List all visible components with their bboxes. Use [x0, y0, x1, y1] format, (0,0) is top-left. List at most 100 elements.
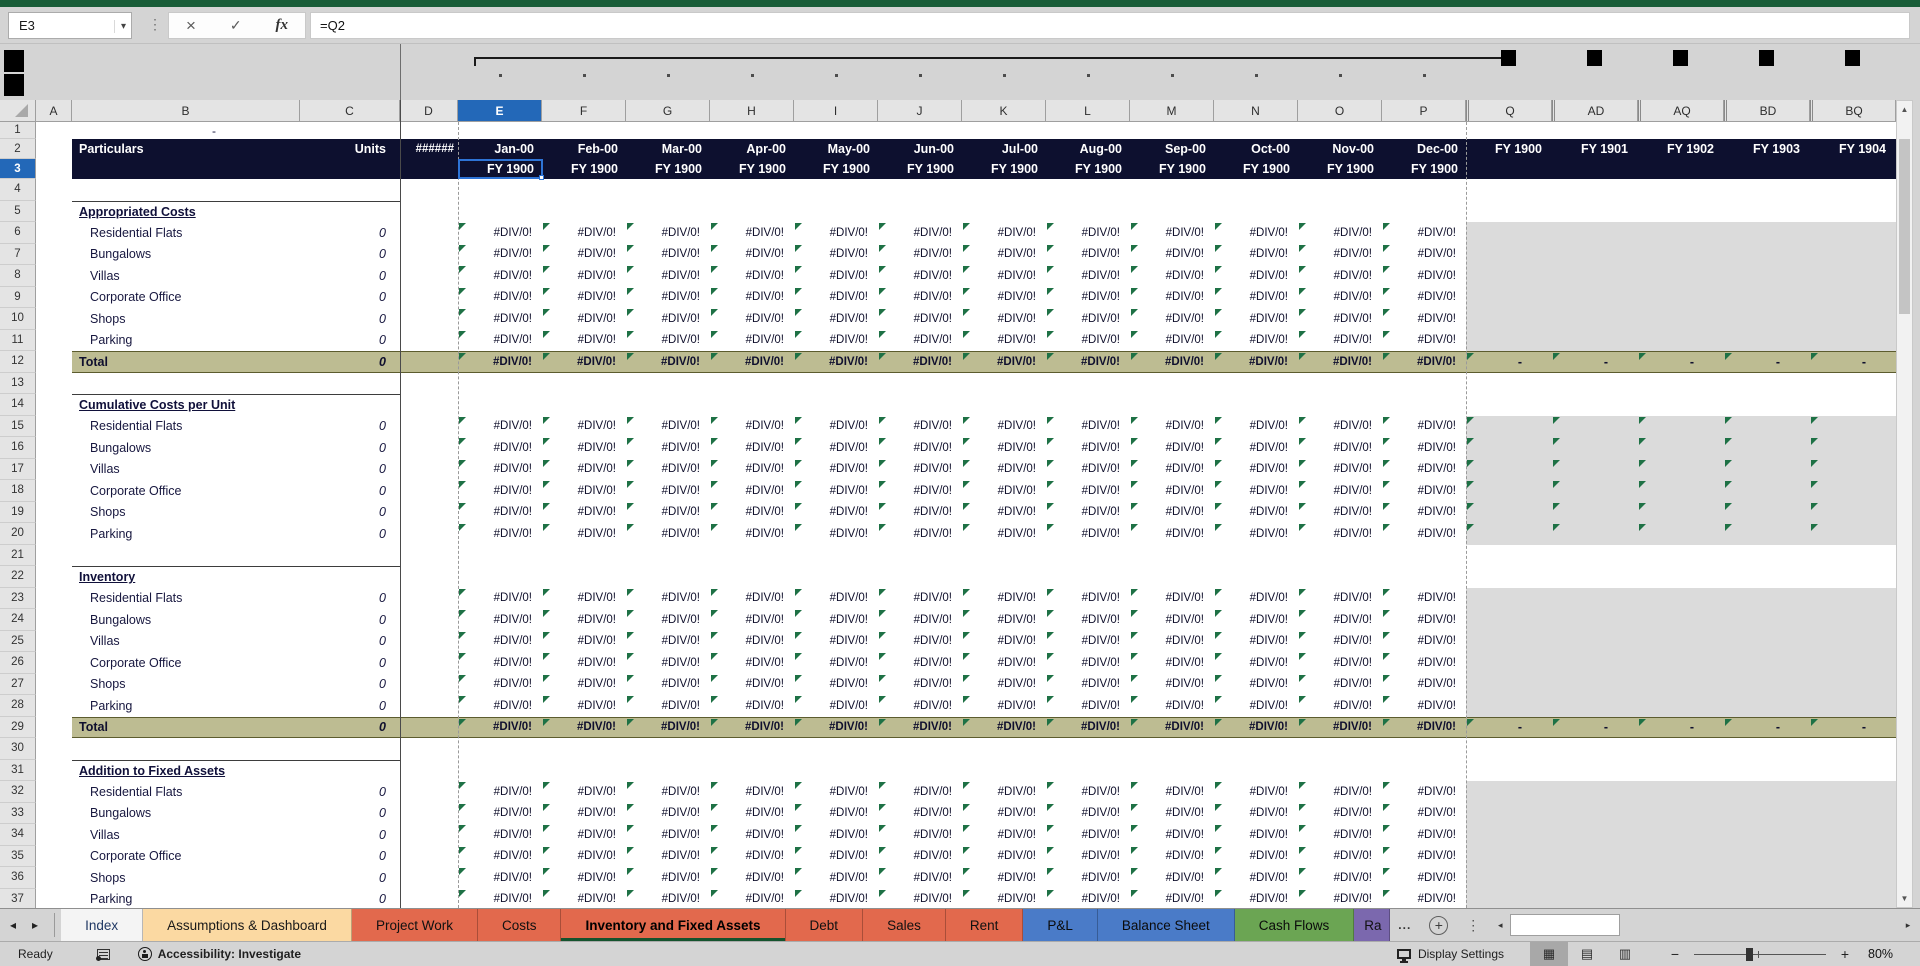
cell[interactable] [300, 545, 400, 567]
error-cell[interactable]: #DIV/0! [1298, 308, 1382, 330]
total-error-cell[interactable]: #DIV/0! [878, 351, 962, 373]
error-cell[interactable]: #DIV/0! [1130, 803, 1214, 825]
cell[interactable] [458, 201, 542, 223]
error-cell[interactable]: #DIV/0! [1298, 652, 1382, 674]
error-cell[interactable]: #DIV/0! [1130, 523, 1214, 545]
column-header-H[interactable]: H [710, 100, 794, 121]
shaded-cell[interactable] [1638, 802, 1724, 824]
cell[interactable] [300, 122, 400, 139]
error-cell[interactable]: #DIV/0! [458, 244, 542, 266]
cell[interactable] [400, 201, 458, 223]
item-units[interactable]: 0 [300, 652, 400, 674]
column-header-D[interactable]: D [400, 100, 458, 121]
error-cell[interactable]: #DIV/0! [1298, 674, 1382, 696]
error-cell[interactable]: #DIV/0! [1214, 652, 1298, 674]
outline-level-1-button[interactable] [4, 50, 24, 72]
row-header-27[interactable]: 27 [0, 673, 36, 695]
cell[interactable] [710, 566, 794, 588]
column-header-I[interactable]: I [794, 100, 878, 121]
cell[interactable] [1130, 394, 1214, 416]
total-dash-cell[interactable]: - [1638, 716, 1724, 738]
error-cell[interactable]: #DIV/0! [1130, 222, 1214, 244]
error-cell[interactable]: #DIV/0! [458, 523, 542, 545]
error-cell[interactable]: #DIV/0! [1214, 631, 1298, 653]
error-cell[interactable]: #DIV/0! [542, 330, 626, 352]
error-cell[interactable]: #DIV/0! [542, 502, 626, 524]
cell-A12[interactable] [36, 351, 72, 373]
cell[interactable] [1382, 566, 1466, 588]
item-units[interactable]: 0 [300, 308, 400, 330]
shaded-cell[interactable] [1638, 781, 1724, 803]
shaded-cell[interactable] [1552, 501, 1638, 523]
error-cell[interactable]: #DIV/0! [1130, 265, 1214, 287]
error-cell[interactable]: #DIV/0! [1046, 652, 1130, 674]
cell-A33[interactable] [36, 803, 72, 825]
error-cell[interactable]: #DIV/0! [1130, 308, 1214, 330]
total-error-cell[interactable]: #DIV/0! [458, 716, 542, 738]
vertical-scroll-thumb[interactable] [1899, 139, 1910, 314]
cell[interactable] [878, 122, 962, 139]
cell-C3[interactable] [300, 159, 400, 179]
error-cell[interactable]: #DIV/0! [710, 588, 794, 610]
error-cell[interactable]: #DIV/0! [794, 287, 878, 309]
error-cell[interactable]: #DIV/0! [878, 631, 962, 653]
cell[interactable] [1724, 566, 1810, 588]
shaded-cell[interactable] [1466, 673, 1552, 695]
section-title-1[interactable]: Cumulative Costs per Unit [72, 394, 300, 416]
cell[interactable] [400, 287, 458, 309]
error-cell[interactable]: #DIV/0! [962, 523, 1046, 545]
total-label[interactable]: Total [72, 716, 300, 738]
error-cell[interactable]: #DIV/0! [794, 674, 878, 696]
cell[interactable] [878, 566, 962, 588]
cell[interactable] [878, 738, 962, 760]
error-cell[interactable]: #DIV/0! [1130, 287, 1214, 309]
error-cell[interactable]: #DIV/0! [1214, 222, 1298, 244]
error-cell[interactable]: #DIV/0! [962, 695, 1046, 717]
cell-A23[interactable] [36, 588, 72, 610]
accessibility-checker[interactable]: Accessibility: Investigate [137, 947, 301, 961]
cell[interactable] [1638, 373, 1724, 395]
item-units[interactable]: 0 [300, 416, 400, 438]
cell[interactable] [400, 394, 458, 416]
sheet-tab-debt[interactable]: Debt [785, 909, 864, 941]
cell[interactable] [1382, 394, 1466, 416]
error-cell[interactable]: #DIV/0! [458, 502, 542, 524]
error-cell[interactable]: #DIV/0! [1130, 652, 1214, 674]
error-cell[interactable]: #DIV/0! [1382, 523, 1466, 545]
item-label[interactable]: Parking [72, 330, 300, 352]
column-header-P[interactable]: P [1382, 100, 1466, 121]
error-cell[interactable]: #DIV/0! [794, 502, 878, 524]
cell[interactable] [400, 695, 458, 717]
shaded-cell[interactable] [1810, 802, 1896, 824]
error-cell[interactable]: #DIV/0! [1382, 781, 1466, 803]
header-fy-row3-6[interactable]: FY 1900 [962, 159, 1046, 179]
error-cell[interactable]: #DIV/0! [962, 244, 1046, 266]
active-cell-outline[interactable] [458, 159, 544, 180]
cell[interactable] [1298, 179, 1382, 201]
cell-A21[interactable] [36, 545, 72, 567]
error-cell[interactable]: #DIV/0! [1298, 889, 1382, 909]
item-label[interactable]: Villas [72, 265, 300, 287]
cell-A20[interactable] [36, 523, 72, 545]
cell[interactable] [400, 652, 458, 674]
cell[interactable] [542, 738, 626, 760]
cell[interactable] [1046, 760, 1130, 782]
row-header-4[interactable]: 4 [0, 179, 36, 201]
shaded-cell[interactable] [1810, 673, 1896, 695]
shaded-cell[interactable] [1724, 888, 1810, 908]
shaded-cell[interactable] [1724, 781, 1810, 803]
error-cell[interactable]: #DIV/0! [794, 631, 878, 653]
row-header-14[interactable]: 14 [0, 394, 36, 416]
select-all-corner[interactable] [0, 100, 36, 121]
error-cell[interactable]: #DIV/0! [1298, 287, 1382, 309]
shaded-cell[interactable] [1466, 587, 1552, 609]
error-cell[interactable]: #DIV/0! [458, 695, 542, 717]
item-units[interactable]: 0 [300, 803, 400, 825]
error-cell[interactable]: #DIV/0! [626, 437, 710, 459]
item-label[interactable]: Villas [72, 459, 300, 481]
shaded-cell[interactable] [1810, 609, 1896, 631]
error-cell[interactable]: #DIV/0! [1298, 416, 1382, 438]
error-cell[interactable]: #DIV/0! [458, 416, 542, 438]
cell[interactable] [300, 373, 400, 395]
cell[interactable] [400, 545, 458, 567]
